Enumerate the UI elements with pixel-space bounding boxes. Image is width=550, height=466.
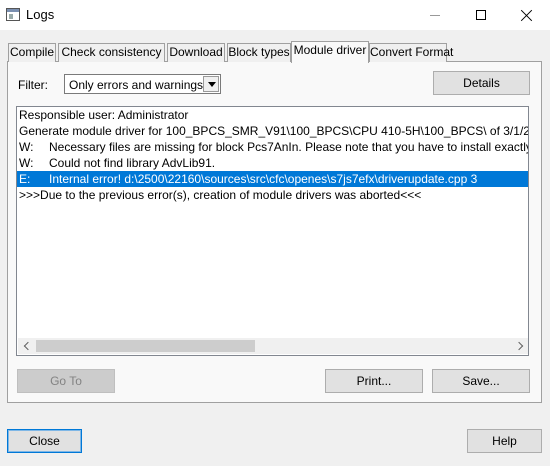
log-prefix: W:	[19, 156, 34, 170]
log-text: >>>Due to the previous error(s), creatio…	[19, 188, 422, 202]
chevron-right-icon	[514, 341, 524, 351]
log-line[interactable]: W: Could not find library AdvLib91.	[17, 155, 528, 171]
log-text: Could not find library AdvLib91.	[49, 156, 216, 170]
tab-convert-format[interactable]: Convert Format	[369, 43, 453, 62]
scroll-left-button[interactable]	[18, 338, 35, 354]
close-button[interactable]: Close	[7, 429, 82, 453]
log-list[interactable]: Responsible user: Administrator Generate…	[16, 106, 529, 356]
log-window-icon	[6, 8, 20, 21]
window-title: Logs	[26, 7, 55, 22]
chevron-down-icon[interactable]	[203, 76, 219, 92]
log-text: Internal error! d:\2500\22160\sources\sr…	[49, 172, 478, 186]
print-button[interactable]: Print...	[325, 369, 423, 393]
chevron-left-icon	[23, 341, 33, 351]
goto-button[interactable]: Go To	[17, 369, 115, 393]
close-window-button[interactable]	[504, 0, 550, 30]
log-line[interactable]: >>>Due to the previous error(s), creatio…	[17, 187, 528, 203]
tab-check-consistency[interactable]: Check consistency	[58, 43, 165, 62]
log-text: Generate module driver for 100_BPCS_SMR_…	[19, 124, 528, 138]
filter-label: Filter:	[18, 78, 48, 92]
log-prefix: W:	[19, 140, 34, 154]
save-button[interactable]: Save...	[432, 369, 530, 393]
tab-download[interactable]: Download	[167, 43, 225, 62]
help-button[interactable]: Help	[467, 429, 542, 453]
log-line-selected[interactable]: E: Internal error! d:\2500\22160\sources\…	[17, 171, 528, 187]
title-bar: Logs	[0, 0, 550, 30]
horizontal-scrollbar[interactable]	[18, 338, 528, 354]
maximize-button[interactable]	[458, 0, 504, 30]
tab-block-types[interactable]: Block types	[227, 43, 291, 62]
details-button[interactable]: Details	[433, 71, 530, 95]
log-prefix: E:	[19, 172, 31, 186]
scroll-right-button[interactable]	[512, 338, 528, 354]
log-line[interactable]: W: Necessary files are missing for block …	[17, 139, 528, 155]
scrollbar-thumb[interactable]	[36, 340, 255, 352]
filter-dropdown[interactable]: Only errors and warnings	[64, 74, 221, 94]
log-text: Responsible user: Administrator	[19, 108, 189, 122]
filter-selected-value: Only errors and warnings	[69, 78, 204, 92]
log-line[interactable]: Responsible user: Administrator	[17, 107, 528, 123]
tab-compile[interactable]: Compile	[8, 43, 56, 62]
maximize-icon	[476, 10, 486, 20]
log-text: Necessary files are missing for block Pc…	[49, 140, 528, 154]
minimize-icon	[430, 14, 440, 16]
tab-module-driver[interactable]: Module driver	[291, 41, 369, 63]
close-icon	[521, 9, 533, 21]
log-line[interactable]: Generate module driver for 100_BPCS_SMR_…	[17, 123, 528, 139]
minimize-button[interactable]	[412, 0, 458, 30]
